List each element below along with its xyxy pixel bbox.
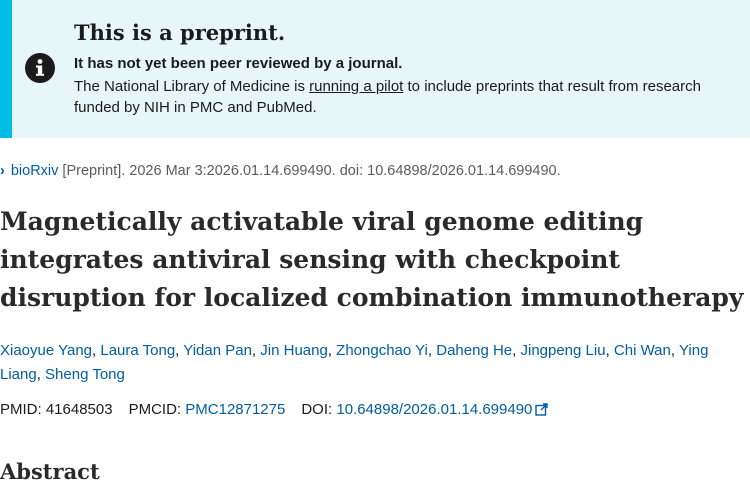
abstract-heading: Abstract [0,459,100,484]
author-link[interactable]: Jingpeng Liu [520,342,605,359]
author-link[interactable]: Chi Wan [614,342,671,359]
banner-text-before: The National Library of Medicine is [74,78,310,95]
author-list: Xiaoyue Yang, Laura Tong, Yidan Pan, Jin… [0,339,740,387]
pmcid-link[interactable]: PMC12871275 [185,401,285,418]
chevron-right-icon[interactable]: › [0,163,5,179]
running-a-pilot-link[interactable]: running a pilot [309,78,403,95]
author-link[interactable]: Zhongchao Yi [336,342,428,359]
pmid-value: 41648503 [45,401,113,418]
external-link-icon[interactable] [535,403,549,416]
banner-heading: This is a preprint. [74,20,286,45]
journal-link[interactable]: bioRxiv [11,163,59,179]
article-title: Magnetically activatable viral genome ed… [0,207,744,312]
author-separator: , [605,342,614,359]
author-separator: , [327,342,337,359]
info-icon [25,53,55,83]
pmid-label: PMID: [0,401,46,418]
banner-subheading: It has not yet been peer reviewed by a j… [74,55,403,72]
author-link[interactable]: Laura Tong [100,342,175,359]
citation-source-line: › bioRxiv [Preprint]. 2026 Mar 3:2026.01.… [0,163,561,179]
author-link[interactable]: Yidan Pan [183,342,252,359]
pmcid-label: PMCID: [128,401,186,418]
preprint-banner: This is a preprint. It has not yet been … [0,0,750,138]
author-separator: , [251,342,261,359]
author-link[interactable]: Daheng He [436,342,512,359]
banner-text: The National Library of Medicine is runn… [74,76,734,118]
author-separator: , [427,342,437,359]
author-link[interactable]: Sheng Tong [45,366,125,383]
author-link[interactable]: Jin Huang [260,342,328,359]
author-separator: , [670,342,679,359]
author-link[interactable]: Xiaoyue Yang [0,342,92,359]
author-separator: , [36,366,46,383]
citation-details: [Preprint]. 2026 Mar 3:2026.01.14.699490… [58,163,561,179]
article-identifiers: PMID: 41648503 PMCID: PMC12871275 DOI: 10.… [0,401,549,418]
doi-label: DOI: [301,401,337,418]
doi-link[interactable]: 10.64898/2026.01.14.699490 [336,401,532,418]
